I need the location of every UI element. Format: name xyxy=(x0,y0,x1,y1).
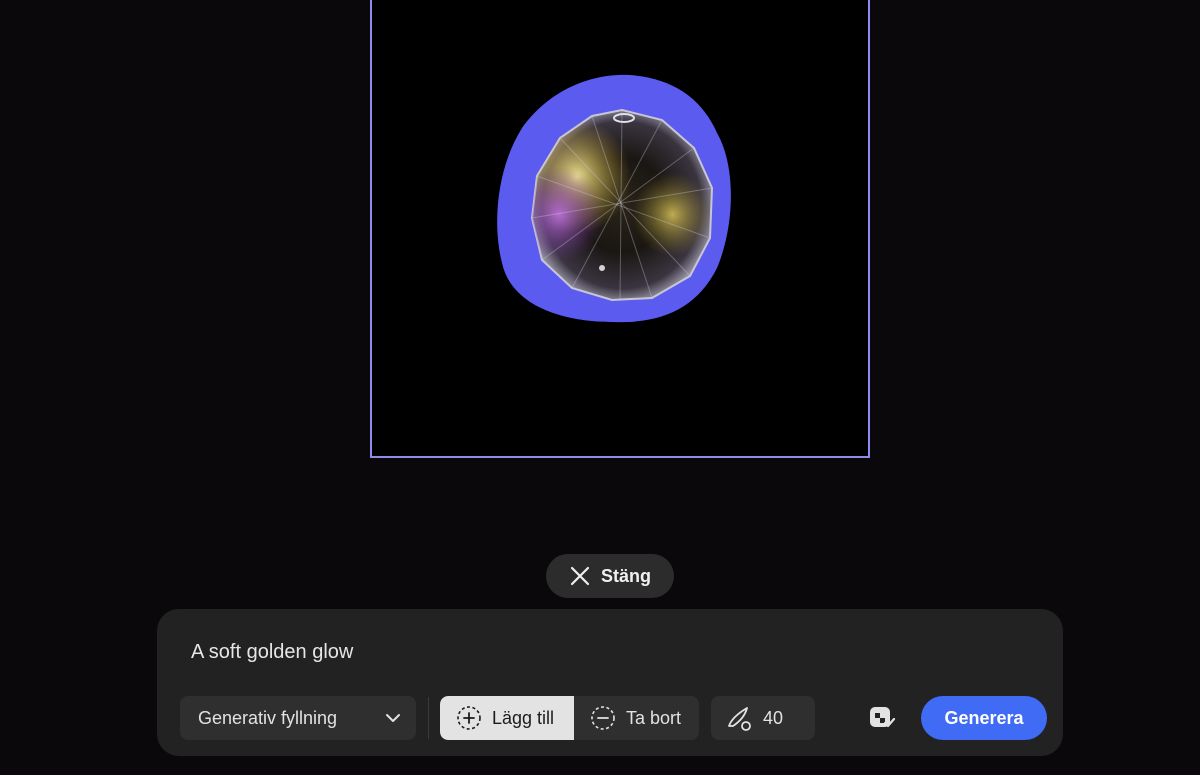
add-button[interactable]: Lägg till xyxy=(440,696,574,740)
crystal-ball-image xyxy=(497,74,731,323)
brush-size-control[interactable]: 40 xyxy=(711,696,815,740)
prompt-input[interactable] xyxy=(191,637,891,667)
mode-select[interactable]: Generativ fyllning xyxy=(180,696,416,740)
remove-button-label: Ta bort xyxy=(626,707,682,728)
brush-size-value: 40 xyxy=(763,707,784,728)
toolbar-divider xyxy=(428,697,429,739)
generate-button[interactable]: Generera xyxy=(921,696,1047,740)
image-canvas[interactable] xyxy=(370,0,870,458)
generate-settings-icon[interactable] xyxy=(868,705,896,731)
mode-select-value: Generativ fyllning xyxy=(198,707,338,728)
close-button[interactable]: Stäng xyxy=(546,554,674,598)
close-icon xyxy=(570,566,590,586)
subtract-selection-icon xyxy=(591,706,615,730)
add-button-label: Lägg till xyxy=(492,707,555,728)
brush-icon xyxy=(728,707,751,731)
generative-fill-panel: Generativ fyllning Lägg till Ta bort 40 xyxy=(157,609,1063,756)
remove-button[interactable]: Ta bort xyxy=(574,696,699,740)
selection-mode-segment: Lägg till Ta bort xyxy=(440,696,699,740)
chevron-down-icon xyxy=(386,714,400,722)
close-button-label: Stäng xyxy=(600,565,651,586)
add-selection-icon xyxy=(457,706,481,730)
generate-button-label: Generera xyxy=(944,707,1024,728)
